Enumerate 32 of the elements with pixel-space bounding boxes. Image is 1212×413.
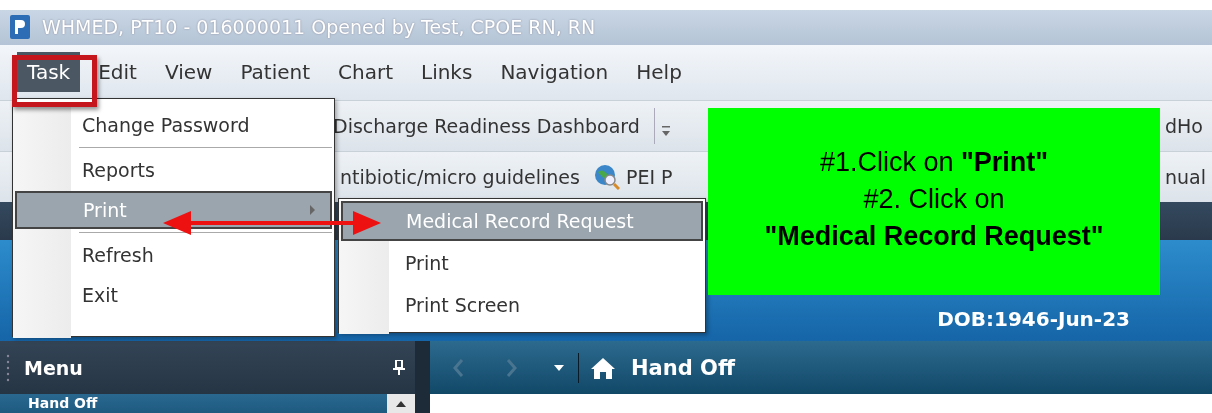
globe-search-icon[interactable]	[593, 163, 620, 190]
toolbar-link[interactable]: PEI P	[625, 165, 673, 188]
caret-icon[interactable]	[554, 364, 564, 371]
menu-bar-item[interactable]: View	[154, 52, 223, 93]
menu-item[interactable]: Reports	[15, 151, 332, 189]
menu-bar-item[interactable]: Links	[411, 52, 483, 93]
app-logo-icon	[10, 15, 30, 40]
menu-bar-item[interactable]: Task	[17, 52, 81, 93]
pin-icon[interactable]	[393, 360, 405, 376]
menu-item[interactable]: Refresh	[15, 236, 332, 274]
date-of-birth: DOB:1946-Jun-23	[937, 307, 1130, 332]
toolbar-link[interactable]: ntibiotic/micro guidelines	[340, 165, 580, 188]
menu-item[interactable]: Print Screen	[341, 285, 703, 325]
menu-bar-item[interactable]: Navigation	[490, 52, 619, 93]
toolbar-link[interactable]: nual	[1165, 165, 1212, 188]
sidebar-item[interactable]: Hand Off	[0, 394, 387, 413]
toolbar-link[interactable]: dHo	[1165, 114, 1212, 137]
menu-bar-item[interactable]: Edit	[88, 52, 147, 93]
home-icon[interactable]	[591, 356, 615, 379]
instruction-text: #1.Click on "Print" #2. Click on "Medical Record Request"	[764, 146, 1104, 253]
scroll-up-icon[interactable]	[396, 400, 406, 407]
menu-bar-item[interactable]: Patient	[230, 52, 320, 93]
menu-bar-item[interactable]: Chart	[328, 52, 403, 93]
menu-item[interactable]: Exit	[15, 276, 332, 314]
page-title: Hand Off	[631, 355, 735, 380]
window-title: WHMED, PT10 - 016000011 Opened by Test, CPOE RN, RN	[42, 16, 596, 39]
menu-item[interactable]: Print	[341, 243, 703, 283]
toolbar-link[interactable]: Discharge Readiness Dashboard	[333, 114, 640, 137]
menu-item[interactable]: Change Password	[15, 106, 332, 144]
grip-icon[interactable]	[6, 352, 10, 383]
panel-title: Menu	[24, 356, 83, 379]
menu-bar-item[interactable]: Help	[626, 52, 692, 93]
